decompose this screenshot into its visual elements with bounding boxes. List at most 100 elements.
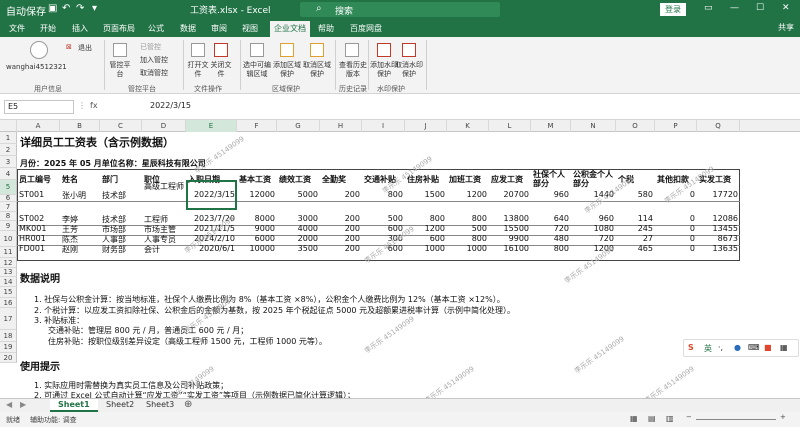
table-cell[interactable]: 8000: [239, 214, 275, 223]
formula-input[interactable]: 2022/3/15: [150, 101, 191, 110]
logout-button[interactable]: 退出: [78, 43, 92, 53]
table-cell[interactable]: 1200: [449, 190, 487, 199]
table-cell[interactable]: 1000: [449, 244, 487, 253]
table-cell[interactable]: 27: [618, 234, 653, 243]
column-header-a[interactable]: A: [17, 120, 60, 132]
table-cell[interactable]: 12086: [699, 214, 738, 223]
row-header-12[interactable]: 12: [0, 258, 17, 268]
cancel-region-protect-button[interactable]: 取消区域保护: [303, 61, 331, 79]
tab-enterprise-docs[interactable]: 企业文档: [270, 21, 310, 37]
column-header-b[interactable]: B: [60, 120, 100, 132]
table-cell[interactable]: 0: [657, 234, 695, 243]
table-cell[interactable]: 20700: [491, 190, 529, 199]
more-icon[interactable]: ⋮: [78, 101, 86, 110]
table-cell[interactable]: 960: [573, 214, 614, 223]
table-cell[interactable]: 800: [407, 214, 445, 223]
login-button[interactable]: 登录: [660, 3, 686, 16]
table-cell[interactable]: 114: [618, 214, 653, 223]
row-header-7[interactable]: 7: [0, 202, 17, 212]
cancel-managed-button[interactable]: 取消管控: [140, 68, 168, 78]
maximize-icon[interactable]: ☐: [756, 3, 764, 13]
row-header-16[interactable]: 16: [0, 298, 17, 308]
table-cell[interactable]: 600: [407, 234, 445, 243]
zoom-in-icon[interactable]: +: [780, 413, 786, 421]
table-cell[interactable]: 720: [533, 224, 569, 233]
table-cell[interactable]: 8673: [699, 234, 738, 243]
voice-icon[interactable]: ●: [734, 343, 741, 352]
table-cell[interactable]: 16100: [491, 244, 529, 253]
table-cell[interactable]: FD001: [19, 244, 58, 253]
table-cell[interactable]: 960: [533, 190, 569, 199]
normal-view-icon[interactable]: ▦: [630, 414, 638, 423]
row-header-3[interactable]: 3: [0, 156, 17, 168]
table-cell[interactable]: 1080: [573, 224, 614, 233]
table-cell[interactable]: 800: [533, 244, 569, 253]
autosave-label[interactable]: 自动保存: [6, 3, 46, 18]
already-managed-button[interactable]: 已管控: [140, 42, 161, 52]
column-header-g[interactable]: G: [277, 120, 320, 132]
column-header-n[interactable]: N: [571, 120, 616, 132]
tab-insert[interactable]: 插入: [72, 23, 88, 34]
ime-language[interactable]: 英: [704, 343, 712, 354]
sheet-nav-next-icon[interactable]: ▶: [20, 400, 26, 409]
row-header-14[interactable]: 14: [0, 277, 17, 287]
view-history-button[interactable]: 查看历史版本: [339, 61, 367, 79]
row-header-18[interactable]: 18: [0, 330, 17, 342]
add-managed-button[interactable]: 加入管控: [140, 55, 168, 65]
column-header-j[interactable]: J: [405, 120, 447, 132]
skin-icon[interactable]: ■: [764, 343, 772, 352]
table-cell[interactable]: 张小明: [62, 190, 98, 201]
accessibility-status[interactable]: 辅助功能: 调查: [30, 415, 77, 425]
page-layout-view-icon[interactable]: ▤: [648, 414, 656, 423]
redo-icon[interactable]: ↷: [76, 3, 84, 14]
table-cell[interactable]: 200: [322, 244, 360, 253]
tab-formulas[interactable]: 公式: [148, 23, 164, 34]
cancel-watermark-button[interactable]: 取消水印保护: [395, 61, 423, 79]
table-cell[interactable]: 财务部: [102, 244, 140, 255]
sheet-tab-sheet2[interactable]: Sheet2: [98, 399, 142, 412]
column-header-i[interactable]: I: [362, 120, 405, 132]
close-icon[interactable]: ✕: [782, 3, 790, 13]
table-cell[interactable]: 200: [322, 224, 360, 233]
add-region-protect-button[interactable]: 添加区域保护: [273, 61, 301, 79]
column-header-l[interactable]: L: [489, 120, 531, 132]
share-button[interactable]: 共享: [778, 22, 794, 33]
row-header-19[interactable]: 19: [0, 342, 17, 353]
zoom-slider[interactable]: [696, 419, 776, 420]
row-header-17[interactable]: 17: [0, 308, 17, 330]
search-box[interactable]: ⌕ 搜索: [300, 2, 500, 17]
row-header-11[interactable]: 11: [0, 247, 17, 258]
table-cell[interactable]: 1000: [407, 244, 445, 253]
column-header-d[interactable]: D: [142, 120, 186, 132]
row-header-2[interactable]: 2: [0, 144, 17, 156]
tab-page-layout[interactable]: 页面布局: [103, 23, 135, 34]
table-cell[interactable]: 200: [322, 234, 360, 243]
table-cell[interactable]: 6000: [239, 234, 275, 243]
customize-quick-access-icon[interactable]: ▾: [92, 3, 97, 14]
table-cell[interactable]: ST001: [19, 190, 58, 199]
table-cell[interactable]: 3500: [279, 244, 318, 253]
table-cell[interactable]: 245: [618, 224, 653, 233]
table-cell[interactable]: ST002: [19, 214, 58, 223]
row-header-15[interactable]: 15: [0, 287, 17, 298]
table-cell[interactable]: 500: [449, 224, 487, 233]
table-cell[interactable]: 2000: [279, 234, 318, 243]
column-header-m[interactable]: M: [531, 120, 571, 132]
table-cell[interactable]: 720: [573, 234, 614, 243]
table-cell[interactable]: 13800: [491, 214, 529, 223]
table-cell[interactable]: 13455: [699, 224, 738, 233]
row-header-13[interactable]: 13: [0, 268, 17, 277]
table-cell[interactable]: 高级工程师: [144, 182, 184, 192]
table-cell[interactable]: 480: [533, 234, 569, 243]
toolbox-icon[interactable]: ▦: [780, 343, 788, 352]
row-header-20[interactable]: 20: [0, 353, 17, 363]
tab-data[interactable]: 数据: [180, 23, 196, 34]
sheet-tab-sheet1[interactable]: Sheet1: [50, 399, 98, 412]
sheet-tab-sheet3[interactable]: Sheet3: [138, 399, 182, 412]
table-cell[interactable]: 会计: [144, 244, 184, 255]
column-header-f[interactable]: F: [237, 120, 277, 132]
select-all-corner[interactable]: [0, 120, 17, 132]
tab-home[interactable]: 开始: [40, 23, 56, 34]
table-cell[interactable]: 12000: [239, 190, 275, 199]
table-cell[interactable]: 技术部: [102, 190, 140, 201]
